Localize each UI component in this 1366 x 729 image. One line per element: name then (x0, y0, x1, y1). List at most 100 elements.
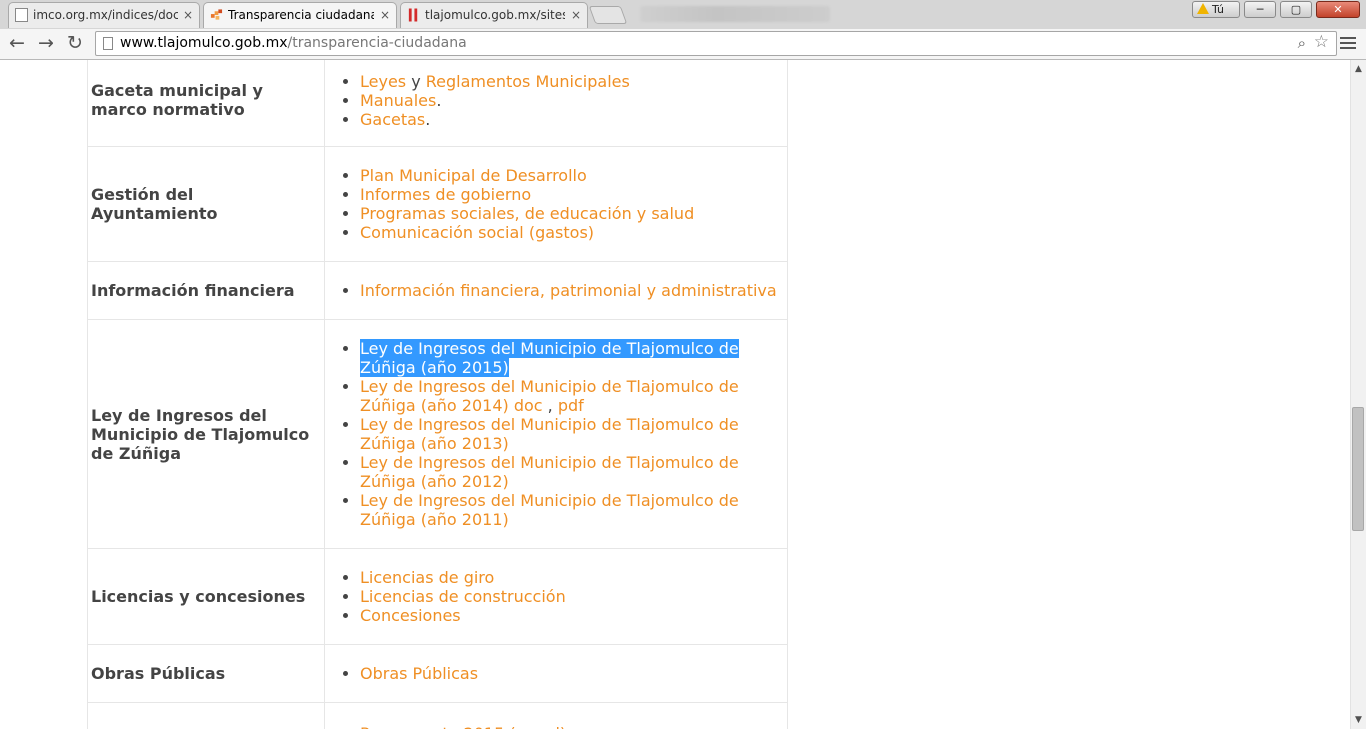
table-row: Obras Públicas Obras Públicas (87, 644, 788, 703)
profile-button[interactable]: Tú (1192, 1, 1240, 18)
document-link[interactable]: Concesiones (360, 606, 461, 625)
document-link[interactable]: Programas sociales, de educación y salud (360, 204, 694, 223)
document-link[interactable]: Manuales (360, 91, 436, 110)
link-list: Plan Municipal de DesarrolloInformes de … (329, 166, 787, 242)
category-cell: Información financiera (87, 261, 325, 320)
new-tab-button[interactable] (588, 6, 628, 24)
table-row: Información financiera Información financ… (87, 261, 788, 320)
category-cell (87, 702, 325, 729)
blurred-area (640, 6, 830, 22)
document-link[interactable]: Ley de Ingresos del Municipio de Tlajomu… (360, 491, 739, 529)
close-icon[interactable]: × (571, 3, 581, 27)
document-link[interactable]: Licencias de giro (360, 568, 494, 587)
page-icon (15, 8, 28, 22)
list-item: Gacetas. (360, 110, 787, 129)
separator-text: . (436, 90, 442, 110)
page-viewport: Gaceta municipal y marco normativoLeyes … (0, 60, 1350, 729)
document-link[interactable]: Ley de Ingresos del Municipio de Tlajomu… (360, 453, 739, 491)
list-item: Leyes y Reglamentos Municipales (360, 72, 787, 91)
close-window-button[interactable]: ✕ (1316, 1, 1360, 18)
list-item: Presupuesto 2015 (anual) (360, 724, 787, 729)
list-item: Información financiera, patrimonial y ad… (360, 281, 787, 300)
transparency-table: Gaceta municipal y marco normativoLeyes … (87, 60, 788, 729)
list-item: Ley de Ingresos del Municipio de Tlajomu… (360, 339, 787, 377)
warning-icon (1197, 3, 1209, 14)
links-cell: Licencias de giroLicencias de construcci… (324, 548, 788, 645)
category-cell: Gestión del Ayuntamiento (87, 146, 325, 262)
document-link[interactable]: Ley de Ingresos del Municipio de Tlajomu… (360, 339, 739, 377)
category-cell: Obras Públicas (87, 644, 325, 703)
separator-text: , (542, 396, 558, 415)
list-item: Licencias de giro (360, 568, 787, 587)
star-icon[interactable]: ☆ (1314, 31, 1329, 54)
browser-toolbar: ← → ↻ www.tlajomulco.gob.mx/transparenci… (0, 29, 1366, 60)
back-button[interactable]: ← (6, 32, 28, 54)
vertical-scrollbar[interactable]: ▲ ▼ (1350, 60, 1366, 729)
category-cell: Gaceta municipal y marco normativo (87, 60, 325, 147)
document-link[interactable]: Información financiera, patrimonial y ad… (360, 281, 777, 300)
scroll-up-arrow[interactable]: ▲ (1351, 62, 1366, 76)
document-link[interactable]: Ley de Ingresos del Municipio de Tlajomu… (360, 415, 739, 453)
reload-button[interactable]: ↻ (64, 32, 86, 54)
links-cell: Información financiera, patrimonial y ad… (324, 261, 788, 320)
scroll-thumb[interactable] (1352, 407, 1364, 531)
document-link[interactable]: Plan Municipal de Desarrollo (360, 166, 587, 185)
close-icon[interactable]: × (183, 3, 193, 27)
close-icon[interactable]: × (380, 3, 390, 27)
tab-title: Transparencia ciudadana (228, 8, 374, 22)
url-text: www.tlajomulco.gob.mx/transparencia-ciud… (120, 35, 467, 51)
tab-title: imco.org.mx/indices/doc (33, 8, 178, 22)
address-bar[interactable]: www.tlajomulco.gob.mx/transparencia-ciud… (95, 31, 1337, 56)
category-cell: Ley de Ingresos del Municipio de Tlajomu… (87, 319, 325, 549)
list-item: Licencias de construcción (360, 587, 787, 606)
list-item: Ley de Ingresos del Municipio de Tlajomu… (360, 415, 787, 453)
document-link[interactable]: Presupuesto 2015 (anual) (360, 724, 566, 729)
table-row: Gestión del AyuntamientoPlan Municipal d… (87, 146, 788, 262)
list-item: Manuales. (360, 91, 787, 110)
document-link[interactable]: Reglamentos Municipales (426, 72, 630, 91)
search-icon[interactable]: ⌕ (1298, 32, 1306, 55)
page-icon (103, 37, 113, 50)
link-list: Licencias de giroLicencias de construcci… (329, 568, 787, 625)
document-link[interactable]: Informes de gobierno (360, 185, 531, 204)
table-row: Ley de Ingresos del Municipio de Tlajomu… (87, 319, 788, 549)
category-cell: Licencias y concesiones (87, 548, 325, 645)
list-item: Concesiones (360, 606, 787, 625)
links-cell: Ley de Ingresos del Municipio de Tlajomu… (324, 319, 788, 549)
menu-icon[interactable] (1340, 34, 1356, 50)
document-link[interactable]: Leyes (360, 72, 406, 91)
list-item: Obras Públicas (360, 664, 787, 683)
red-bars-icon (408, 8, 418, 22)
separator-text: y (406, 71, 426, 91)
list-item: Ley de Ingresos del Municipio de Tlajomu… (360, 453, 787, 491)
maximize-button[interactable]: ▢ (1280, 1, 1312, 18)
list-item: Programas sociales, de educación y salud (360, 204, 787, 223)
document-link[interactable]: Comunicación social (gastos) (360, 223, 594, 242)
link-list: Leyes y Reglamentos MunicipalesManuales.… (329, 72, 787, 129)
document-link[interactable]: Licencias de construcción (360, 587, 566, 606)
list-item: Plan Municipal de Desarrollo (360, 166, 787, 185)
minimize-button[interactable]: ─ (1244, 1, 1276, 18)
link-list: Ley de Ingresos del Municipio de Tlajomu… (329, 339, 787, 529)
list-item: Informes de gobierno (360, 185, 787, 204)
tlajomulco-logo-icon (210, 9, 223, 20)
link-list: Presupuesto 2015 (anual) (329, 724, 787, 729)
tab-strip: imco.org.mx/indices/doc × Transparencia … (0, 0, 1366, 29)
links-cell: Presupuesto 2015 (anual) (324, 702, 788, 729)
table-row: Gaceta municipal y marco normativoLeyes … (87, 60, 788, 147)
document-link[interactable]: Gacetas (360, 110, 425, 129)
table-row: Presupuesto 2015 (anual) (87, 702, 788, 729)
tab-title: tlajomulco.gob.mx/sites/c (425, 8, 565, 22)
scroll-down-arrow[interactable]: ▼ (1351, 713, 1366, 727)
list-item: Comunicación social (gastos) (360, 223, 787, 242)
forward-button[interactable]: → (35, 32, 57, 54)
tab-tlajomulco-sites[interactable]: tlajomulco.gob.mx/sites/c × (400, 2, 588, 28)
window-controls: Tú ─ ▢ ✕ (1192, 1, 1360, 19)
tab-transparencia[interactable]: Transparencia ciudadana × (203, 2, 397, 28)
table-row: Licencias y concesionesLicencias de giro… (87, 548, 788, 645)
links-cell: Plan Municipal de DesarrolloInformes de … (324, 146, 788, 262)
link-list: Información financiera, patrimonial y ad… (329, 281, 787, 300)
document-link[interactable]: pdf (558, 396, 584, 415)
tab-imco[interactable]: imco.org.mx/indices/doc × (8, 2, 200, 28)
document-link[interactable]: Obras Públicas (360, 664, 478, 683)
